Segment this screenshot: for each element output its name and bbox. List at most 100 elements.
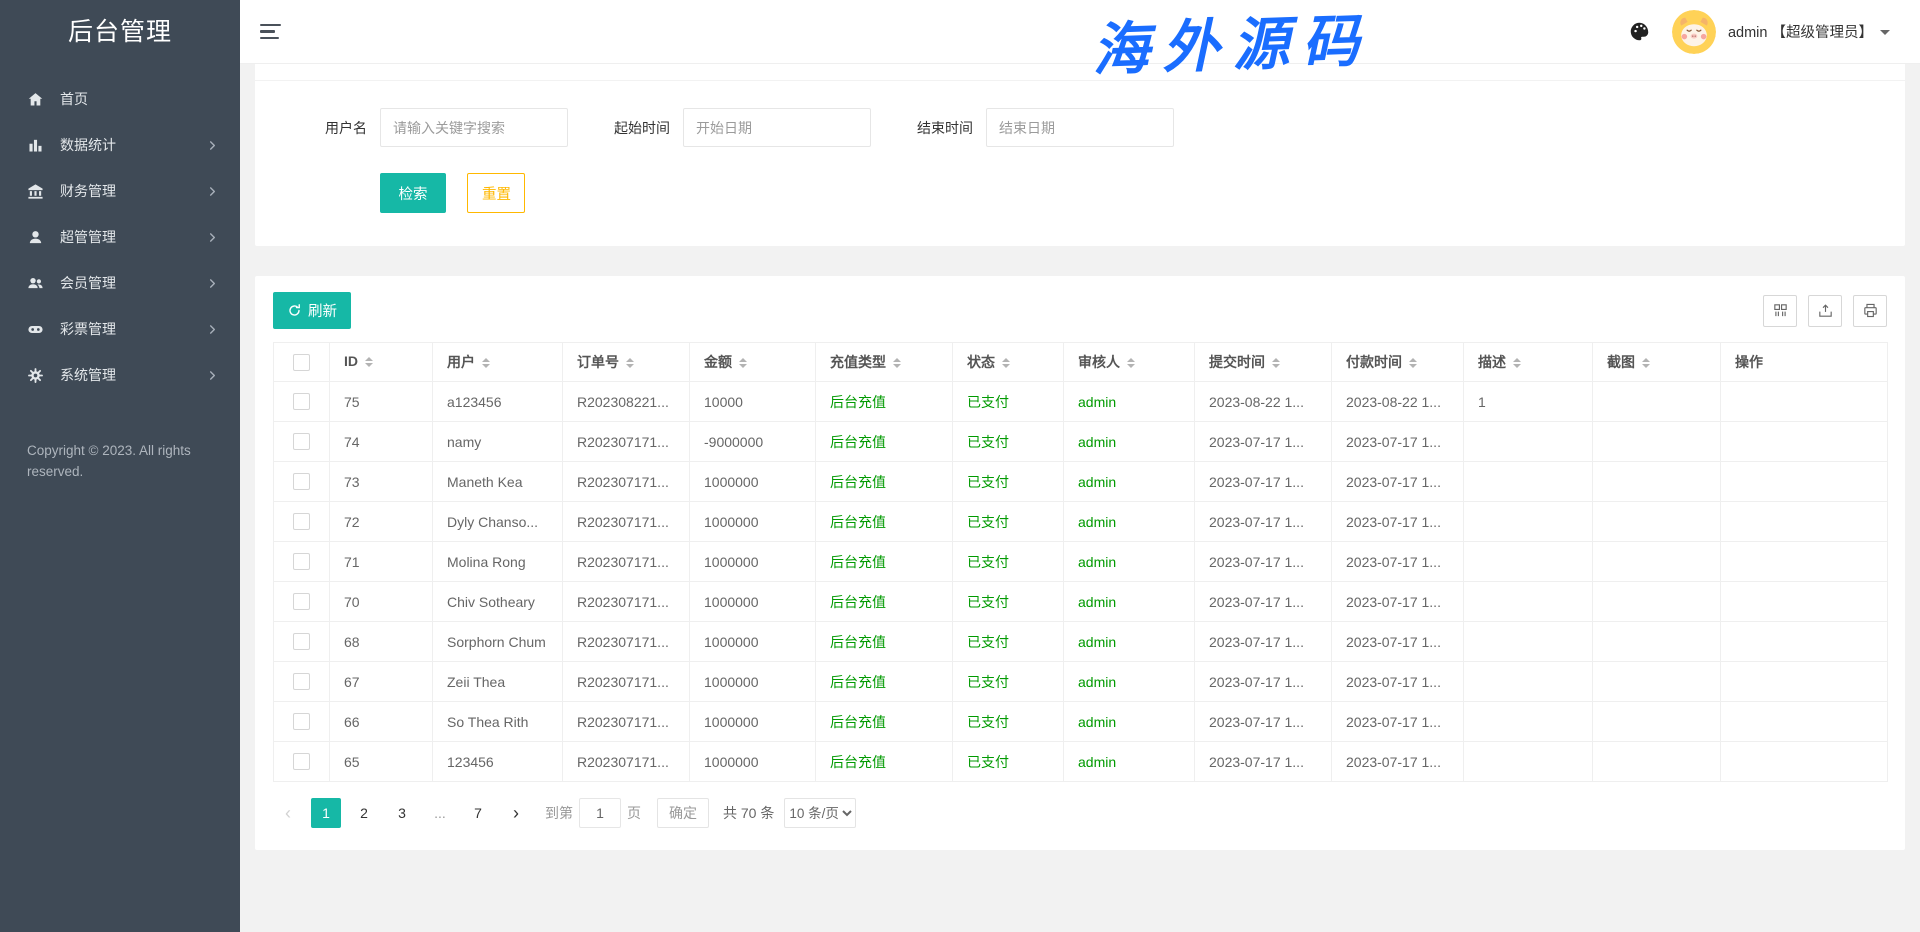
user-avatar[interactable] (1672, 10, 1716, 54)
page-button-3[interactable]: 3 (387, 798, 417, 828)
cell-status: 已支付 (953, 622, 1064, 662)
export-button[interactable] (1808, 295, 1842, 327)
sidebar-item-label: 财务管理 (60, 181, 116, 201)
chevron-right-icon (207, 370, 218, 381)
row-checkbox[interactable] (293, 553, 310, 570)
row-select-cell (274, 542, 330, 582)
theme-palette-icon[interactable] (1629, 21, 1650, 42)
column-header[interactable]: 订单号 (563, 343, 690, 382)
cell-user: a123456 (433, 382, 563, 422)
gamepad-icon (27, 320, 45, 338)
cell-id: 70 (330, 582, 433, 622)
print-button[interactable] (1853, 295, 1887, 327)
cell-type: 后台充值 (816, 422, 953, 462)
print-icon (1862, 302, 1879, 319)
start-date-input[interactable] (683, 108, 871, 147)
column-header[interactable]: 截图 (1593, 343, 1721, 382)
username-input[interactable] (380, 108, 568, 147)
cell-submit: 2023-07-17 1... (1195, 742, 1332, 782)
row-checkbox[interactable] (293, 633, 310, 650)
cell-pay: 2023-07-17 1... (1332, 622, 1464, 662)
end-date-input[interactable] (986, 108, 1174, 147)
cell-submit: 2023-07-17 1... (1195, 702, 1332, 742)
column-header[interactable]: 审核人 (1064, 343, 1195, 382)
page-button-1[interactable]: 1 (311, 798, 341, 828)
sort-icon[interactable] (1513, 354, 1521, 372)
column-header[interactable]: 用户 (433, 343, 563, 382)
select-all-checkbox[interactable] (293, 354, 310, 371)
cell-auditor: admin (1064, 662, 1195, 702)
row-checkbox[interactable] (293, 473, 310, 490)
column-label: 提交时间 (1209, 354, 1265, 370)
sort-icon[interactable] (893, 354, 901, 372)
table-row: 67Zeii TheaR202307171...1000000后台充值已支付ad… (274, 662, 1888, 702)
refresh-button[interactable]: 刷新 (273, 292, 351, 329)
confirm-page-button[interactable]: 确定 (657, 798, 709, 828)
sidebar-item-4[interactable]: 超管管理 (0, 214, 240, 260)
export-icon (1817, 302, 1834, 319)
cell-status: 已支付 (953, 702, 1064, 742)
sort-icon[interactable] (1127, 354, 1135, 372)
column-header[interactable]: ID (330, 343, 433, 382)
goto-label: 到第 (545, 803, 573, 823)
sort-icon[interactable] (739, 354, 747, 372)
table-row: 70Chiv SothearyR202307171...1000000后台充值已… (274, 582, 1888, 622)
sidebar-item-3[interactable]: 财务管理 (0, 168, 240, 214)
columns-icon (1772, 302, 1789, 319)
page-button-7[interactable]: 7 (463, 798, 493, 828)
column-header[interactable]: 充值类型 (816, 343, 953, 382)
column-header[interactable]: 金额 (690, 343, 816, 382)
row-checkbox[interactable] (293, 393, 310, 410)
sort-icon[interactable] (1642, 354, 1650, 372)
sort-icon[interactable] (482, 354, 490, 372)
cell-order: R202307171... (563, 622, 690, 662)
sort-icon[interactable] (1002, 354, 1010, 372)
sidebar: 后台管理 首页数据统计财务管理超管管理会员管理彩票管理系统管理 Copyrigh… (0, 0, 240, 932)
menu-toggle-icon[interactable] (260, 20, 282, 44)
sidebar-item-1[interactable]: 首页 (0, 76, 240, 122)
sort-icon[interactable] (365, 353, 373, 371)
column-header[interactable]: 描述 (1464, 343, 1593, 382)
cell-auditor: admin (1064, 542, 1195, 582)
cell-amount: 1000000 (690, 582, 816, 622)
cell-type: 后台充值 (816, 462, 953, 502)
sort-icon[interactable] (1272, 354, 1280, 372)
prev-page-button[interactable]: ‹ (273, 798, 303, 828)
column-header[interactable]: 状态 (953, 343, 1064, 382)
cell-submit: 2023-07-17 1... (1195, 422, 1332, 462)
search-button[interactable]: 检索 (380, 173, 446, 213)
sort-icon[interactable] (626, 354, 634, 372)
page-button-2[interactable]: 2 (349, 798, 379, 828)
username-label: 用户名 (325, 118, 367, 138)
column-header[interactable]: 提交时间 (1195, 343, 1332, 382)
filter-columns-button[interactable] (1763, 295, 1797, 327)
page-size-select[interactable]: 10 条/页 (784, 798, 856, 828)
sidebar-item-2[interactable]: 数据统计 (0, 122, 240, 168)
page-ellipsis: ... (425, 798, 455, 828)
reset-button[interactable]: 重置 (467, 173, 525, 213)
sidebar-item-7[interactable]: 系统管理 (0, 352, 240, 398)
cell-desc (1464, 622, 1593, 662)
cell-type: 后台充值 (816, 502, 953, 542)
cell-status: 已支付 (953, 742, 1064, 782)
column-label: 截图 (1607, 354, 1635, 370)
sidebar-item-5[interactable]: 会员管理 (0, 260, 240, 306)
sidebar-item-6[interactable]: 彩票管理 (0, 306, 240, 352)
table-row: 72Dyly Chanso...R202307171...1000000后台充值… (274, 502, 1888, 542)
row-checkbox[interactable] (293, 673, 310, 690)
column-header[interactable]: 付款时间 (1332, 343, 1464, 382)
sort-icon[interactable] (1409, 354, 1417, 372)
cell-pay: 2023-07-17 1... (1332, 702, 1464, 742)
user-menu[interactable]: admin 【超级管理员】 (1728, 21, 1890, 42)
next-page-button[interactable]: › (501, 798, 531, 828)
page-unit-label: 页 (627, 803, 641, 823)
goto-page-input[interactable] (579, 798, 621, 828)
user-icon (27, 228, 45, 246)
cell-shot (1593, 462, 1721, 502)
table-row: 65123456R202307171...1000000后台充值已支付admin… (274, 742, 1888, 782)
row-checkbox[interactable] (293, 713, 310, 730)
row-checkbox[interactable] (293, 513, 310, 530)
row-checkbox[interactable] (293, 753, 310, 770)
row-checkbox[interactable] (293, 433, 310, 450)
row-checkbox[interactable] (293, 593, 310, 610)
